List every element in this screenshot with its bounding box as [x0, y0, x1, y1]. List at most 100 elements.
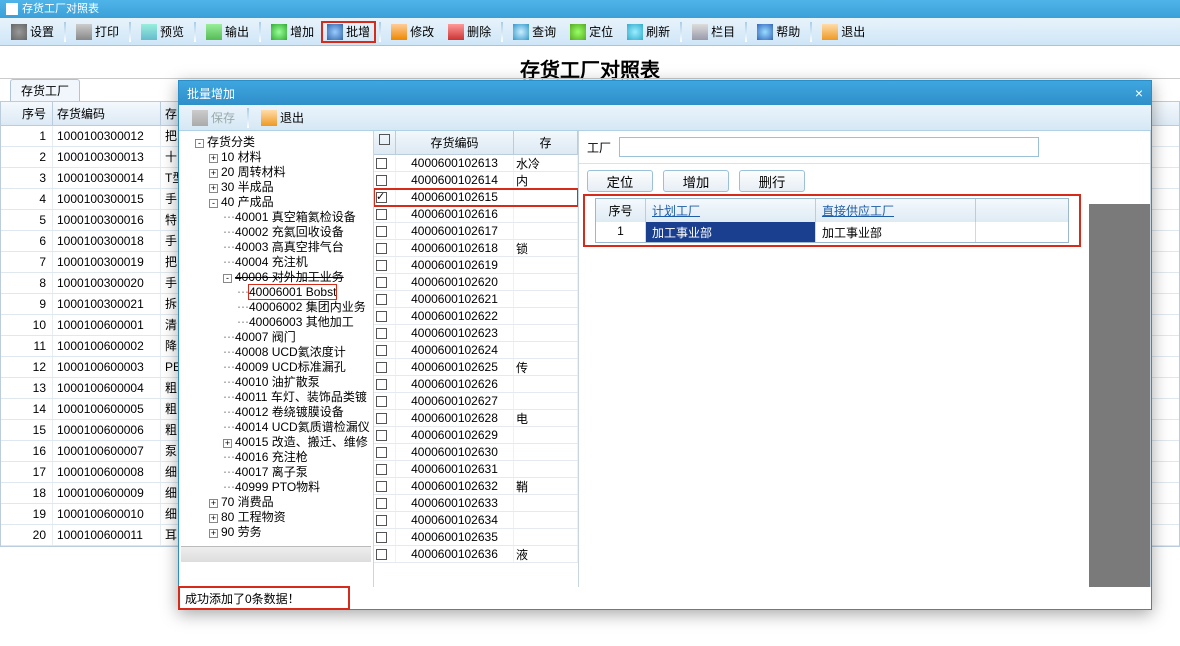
row-checkbox[interactable]: [376, 396, 387, 407]
row-checkbox[interactable]: [376, 192, 387, 203]
tree-node[interactable]: +40015 改造、搬迁、维修: [223, 435, 371, 450]
preview-button[interactable]: 预览: [134, 21, 191, 43]
tree-toggle[interactable]: +: [209, 499, 218, 508]
add-row-button[interactable]: 增加: [663, 170, 729, 192]
row-checkbox[interactable]: [376, 481, 387, 492]
row-checkbox[interactable]: [376, 413, 387, 424]
row-checkbox[interactable]: [376, 311, 387, 322]
code-row[interactable]: 4000600102622: [374, 308, 578, 325]
tree-panel[interactable]: -存货分类+10 材料+20 周转材料+30 半成品-40 产成品⋯40001 …: [179, 131, 374, 587]
modal-exit-button[interactable]: 退出: [254, 107, 311, 129]
bg-tab[interactable]: 存货工厂: [10, 79, 80, 101]
tree-node[interactable]: +80 工程物资: [209, 510, 371, 525]
tree-root[interactable]: -存货分类+10 材料+20 周转材料+30 半成品-40 产成品⋯40001 …: [195, 135, 371, 540]
code-row[interactable]: 4000600102620: [374, 274, 578, 291]
tree-toggle[interactable]: -: [209, 199, 218, 208]
code-row[interactable]: 4000600102626: [374, 376, 578, 393]
code-row[interactable]: 4000600102616: [374, 206, 578, 223]
locate-button[interactable]: 定位: [563, 21, 620, 43]
locate-button[interactable]: 定位: [587, 170, 653, 192]
print-button[interactable]: 打印: [69, 21, 126, 43]
row-checkbox[interactable]: [376, 328, 387, 339]
tree-node[interactable]: ⋯40017 离子泵: [223, 465, 371, 480]
close-icon[interactable]: ×: [1135, 85, 1143, 101]
row-checkbox[interactable]: [376, 379, 387, 390]
code-row[interactable]: 4000600102617: [374, 223, 578, 240]
row-checkbox[interactable]: [376, 532, 387, 543]
fg-col-plan[interactable]: 计划工厂: [646, 199, 816, 222]
row-checkbox[interactable]: [376, 226, 387, 237]
tree-node[interactable]: ⋯40016 充注枪: [223, 450, 371, 465]
tree-node[interactable]: ⋯40006003 其他加工: [237, 315, 371, 330]
code-row[interactable]: 4000600102635: [374, 529, 578, 546]
code-row[interactable]: 4000600102614内: [374, 172, 578, 189]
tree-node[interactable]: ⋯40999 PTO物料: [223, 480, 371, 495]
row-checkbox[interactable]: [376, 209, 387, 220]
col-checkbox[interactable]: [374, 131, 396, 154]
tree-node[interactable]: -40 产成品⋯40001 真空箱氦检设备⋯40002 充氦回收设备⋯40003…: [209, 195, 371, 495]
exit-button[interactable]: 退出: [815, 21, 872, 43]
code-row[interactable]: 4000600102634: [374, 512, 578, 529]
query-button[interactable]: 查询: [506, 21, 563, 43]
row-checkbox[interactable]: [376, 294, 387, 305]
tree-node[interactable]: -40006 对外加工业务⋯40006001 Bobst⋯40006002 集团…: [223, 270, 371, 330]
batch-add-button[interactable]: 批增: [321, 21, 376, 43]
tree-node[interactable]: ⋯40004 充注机: [223, 255, 371, 270]
tree-toggle[interactable]: +: [209, 169, 218, 178]
tree-node[interactable]: ⋯40012 卷绕镀膜设备: [223, 405, 371, 420]
delete-button[interactable]: 删除: [441, 21, 498, 43]
tree-node[interactable]: ⋯40014 UCD氦质谱检漏仪: [223, 420, 371, 435]
tree-node[interactable]: ⋯40011 车灯、装饰品类镀: [223, 390, 371, 405]
row-checkbox[interactable]: [376, 515, 387, 526]
row-checkbox[interactable]: [376, 549, 387, 560]
row-checkbox[interactable]: [376, 447, 387, 458]
tree-node[interactable]: +20 周转材料: [209, 165, 371, 180]
tree-toggle[interactable]: -: [223, 274, 232, 283]
tree-hscroll[interactable]: [181, 546, 371, 562]
tree-node[interactable]: ⋯40006002 集团内业务: [237, 300, 371, 315]
code-row[interactable]: 4000600102633: [374, 495, 578, 512]
code-row[interactable]: 4000600102618锁: [374, 240, 578, 257]
tree-node[interactable]: +70 消费品: [209, 495, 371, 510]
tree-node[interactable]: ⋯40001 真空箱氦检设备: [223, 210, 371, 225]
row-checkbox[interactable]: [376, 243, 387, 254]
code-row[interactable]: 4000600102624: [374, 342, 578, 359]
code-row[interactable]: 4000600102625传: [374, 359, 578, 376]
tree-node[interactable]: ⋯40006001 Bobst: [237, 285, 371, 300]
modal-title-bar[interactable]: 批量增加 ×: [179, 81, 1151, 105]
add-button[interactable]: 增加: [264, 21, 321, 43]
delete-row-button[interactable]: 删行: [739, 170, 805, 192]
code-row[interactable]: 4000600102636液: [374, 546, 578, 563]
row-checkbox[interactable]: [376, 362, 387, 373]
factory-row[interactable]: 1加工事业部加工事业部: [596, 222, 1068, 242]
tree-node[interactable]: ⋯40003 高真空排气台: [223, 240, 371, 255]
tree-node[interactable]: +90 劳务: [209, 525, 371, 540]
columns-button[interactable]: 栏目: [685, 21, 742, 43]
factory-input[interactable]: [619, 137, 1039, 157]
row-checkbox[interactable]: [376, 277, 387, 288]
tree-node[interactable]: ⋯40009 UCD标准漏孔: [223, 360, 371, 375]
edit-button[interactable]: 修改: [384, 21, 441, 43]
tree-node[interactable]: +10 材料: [209, 150, 371, 165]
row-checkbox[interactable]: [376, 498, 387, 509]
row-checkbox[interactable]: [376, 430, 387, 441]
row-checkbox[interactable]: [376, 464, 387, 475]
tree-node[interactable]: ⋯40002 充氦回收设备: [223, 225, 371, 240]
tree-toggle[interactable]: +: [209, 154, 218, 163]
code-row[interactable]: 4000600102628电: [374, 410, 578, 427]
fg-col-sup[interactable]: 直接供应工厂: [816, 199, 976, 222]
code-row[interactable]: 4000600102629: [374, 427, 578, 444]
tree-toggle[interactable]: +: [209, 184, 218, 193]
tree-toggle[interactable]: +: [209, 529, 218, 538]
code-row[interactable]: 4000600102613水冷: [374, 155, 578, 172]
tree-toggle[interactable]: +: [223, 439, 232, 448]
row-checkbox[interactable]: [376, 260, 387, 271]
save-button[interactable]: 保存: [185, 107, 242, 129]
settings-button[interactable]: 设置: [4, 21, 61, 43]
refresh-button[interactable]: 刷新: [620, 21, 677, 43]
code-row[interactable]: 4000600102623: [374, 325, 578, 342]
row-checkbox[interactable]: [376, 158, 387, 169]
export-button[interactable]: 输出: [199, 21, 256, 43]
code-row[interactable]: 4000600102619: [374, 257, 578, 274]
tree-node[interactable]: ⋯40008 UCD氦浓度计: [223, 345, 371, 360]
